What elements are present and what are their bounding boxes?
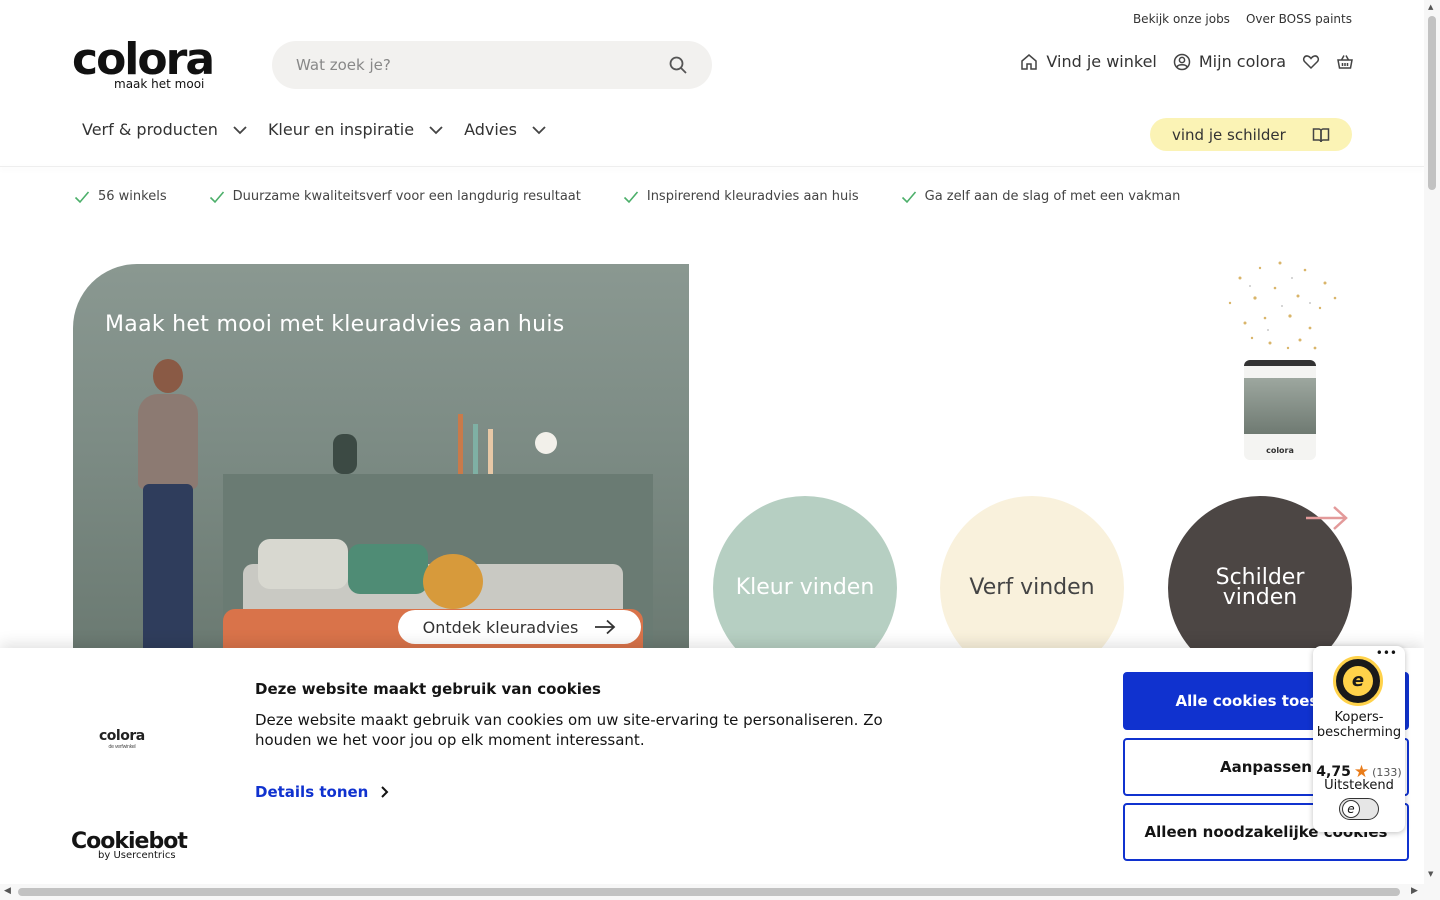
usp-label: 56 winkels <box>98 189 167 204</box>
scroll-down-icon[interactable]: ▼ <box>1428 870 1433 878</box>
hero-candle <box>458 414 463 474</box>
usp-bar: 56 winkels Duurzame kwaliteitsverf voor … <box>74 189 1180 204</box>
find-paint-label: Verf vinden <box>969 575 1095 600</box>
home-icon <box>1021 53 1038 70</box>
check-icon <box>901 190 916 203</box>
hero-vase <box>333 434 357 474</box>
scroll-up-icon[interactable]: ▲ <box>1428 3 1433 11</box>
usp-item: Duurzame kwaliteitsverf voor een langdur… <box>209 189 581 204</box>
usp-item: Inspirerend kleuradvies aan huis <box>623 189 859 204</box>
main-navigation: Verf & producten Kleur en inspiratie Adv… <box>82 120 547 139</box>
check-icon <box>623 190 638 203</box>
logo-tagline: maak het mooi <box>114 77 205 91</box>
usp-item: Ga zelf aan de slag of met een vakman <box>901 189 1181 204</box>
hero-title: Maak het mooi met kleuradvies aan huis <box>105 312 565 337</box>
account-label: Mijn colora <box>1198 52 1286 71</box>
buyer-protection-label: Kopers-bescherming <box>1316 710 1402 740</box>
about-boss-link[interactable]: Over BOSS paints <box>1246 12 1352 26</box>
toggle-knob: e <box>1342 800 1360 818</box>
usp-label: Duurzame kwaliteitsverf voor een langdur… <box>232 189 581 204</box>
nav-item-label: Kleur en inspiratie <box>267 120 415 139</box>
cookie-banner: colora de verfwinkel Cookiebot by Userce… <box>0 648 1424 884</box>
cookie-text: Deze website maakt gebruik van cookies o… <box>255 711 883 749</box>
paint-can-brand: colora <box>1266 446 1294 455</box>
store-locator-link[interactable]: Vind je winkel <box>1020 52 1157 71</box>
rating-verdict: Uitstekend <box>1324 778 1394 793</box>
check-icon <box>74 190 90 203</box>
nav-item-inspiration[interactable]: Kleur en inspiratie <box>268 120 444 139</box>
account-link[interactable]: Mijn colora <box>1173 52 1286 71</box>
store-locator-label: Vind je winkel <box>1046 52 1157 71</box>
colora-logo[interactable]: colora maak het mooi <box>72 34 227 92</box>
usp-label: Ga zelf aan de slag of met een vakman <box>924 189 1181 204</box>
arrow-right-icon[interactable] <box>1304 504 1350 532</box>
top-bar: Bekijk onze jobs Over BOSS paints <box>1133 12 1352 26</box>
find-painter-circle-label: Schilder vinden <box>1215 565 1305 610</box>
nav-item-products[interactable]: Verf & producten <box>82 120 248 139</box>
check-icon <box>209 190 224 203</box>
show-details-link[interactable]: Details tonen <box>255 783 389 801</box>
trusted-shops-badge[interactable]: ••• e Kopers-bescherming 4,75 ★ (133) Ui… <box>1313 646 1405 832</box>
header-actions: Vind je winkel Mijn colora <box>1020 52 1354 71</box>
cookie-title: Deze website maakt gebruik van cookies <box>255 680 601 698</box>
search-icon[interactable] <box>668 55 688 75</box>
vertical-scrollbar[interactable]: ▲ ▼ <box>1424 0 1440 884</box>
hero-candle <box>473 424 478 474</box>
chevron-right-icon <box>381 786 389 798</box>
chevron-down-icon <box>429 125 443 134</box>
usp-label: Inspirerend kleuradvies aan huis <box>646 189 859 204</box>
chevron-down-icon <box>233 125 247 134</box>
chevron-down-icon <box>532 125 546 134</box>
find-painter-button[interactable]: vind je schilder <box>1150 118 1352 151</box>
search-bar <box>272 41 712 89</box>
nav-item-label: Verf & producten <box>82 120 218 139</box>
nav-item-label: Advies <box>464 120 517 139</box>
cookie-brand-logo: colora de verfwinkel <box>99 728 145 750</box>
jobs-link[interactable]: Bekijk onze jobs <box>1133 12 1230 26</box>
find-color-label: Kleur vinden <box>735 575 875 600</box>
discover-advice-label: Ontdek kleuradvies <box>422 617 579 637</box>
cookiebot-sub: by Usercentrics <box>98 850 176 861</box>
find-painter-label: vind je schilder <box>1172 125 1286 144</box>
horizontal-scrollbar[interactable]: ◀ ▶ <box>0 884 1440 900</box>
show-details-label: Details tonen <box>255 783 369 801</box>
paint-can-image: colora <box>1244 360 1316 460</box>
search-input[interactable] <box>296 56 668 74</box>
scroll-right-icon[interactable]: ▶ <box>1411 886 1418 896</box>
usp-item: 56 winkels <box>74 189 167 204</box>
basket-icon[interactable] <box>1336 53 1354 71</box>
nav-item-advice[interactable]: Advies <box>464 120 547 139</box>
confetti-decoration <box>1228 261 1337 350</box>
discover-advice-button[interactable]: Ontdek kleuradvies <box>398 610 641 644</box>
hero-pillow <box>348 544 428 594</box>
trusted-shops-seal-icon: e <box>1333 656 1383 706</box>
logo-wordmark: colora <box>72 34 215 85</box>
hero-lamp <box>535 432 557 454</box>
heart-icon[interactable] <box>1302 53 1320 71</box>
header-divider <box>0 166 1424 167</box>
hero-candle <box>488 429 493 474</box>
book-icon <box>1312 127 1330 142</box>
hero-pillow <box>258 539 348 589</box>
user-icon <box>1173 53 1191 70</box>
rating-count: (133) <box>1372 765 1402 779</box>
hero-banner[interactable]: Maak het mooi met kleuradvies aan huis O… <box>73 264 689 648</box>
scroll-left-icon[interactable]: ◀ <box>4 886 11 896</box>
seal-letter: e <box>1343 666 1373 696</box>
vertical-scroll-thumb[interactable] <box>1428 16 1436 190</box>
cookie-brand-word: colora <box>99 728 145 744</box>
hero-pillow <box>423 554 483 609</box>
arrow-right-icon <box>595 619 616 635</box>
more-icon[interactable]: ••• <box>1376 646 1397 660</box>
cookie-brand-sub: de verfwinkel <box>108 744 136 750</box>
horizontal-scroll-thumb[interactable] <box>18 888 1400 896</box>
trustbadge-toggle[interactable]: e <box>1339 798 1379 820</box>
paint-can-photo <box>1244 378 1316 434</box>
cookiebot-logo[interactable]: Cookiebot by Usercentrics <box>71 829 188 861</box>
hero-person <box>123 359 213 648</box>
